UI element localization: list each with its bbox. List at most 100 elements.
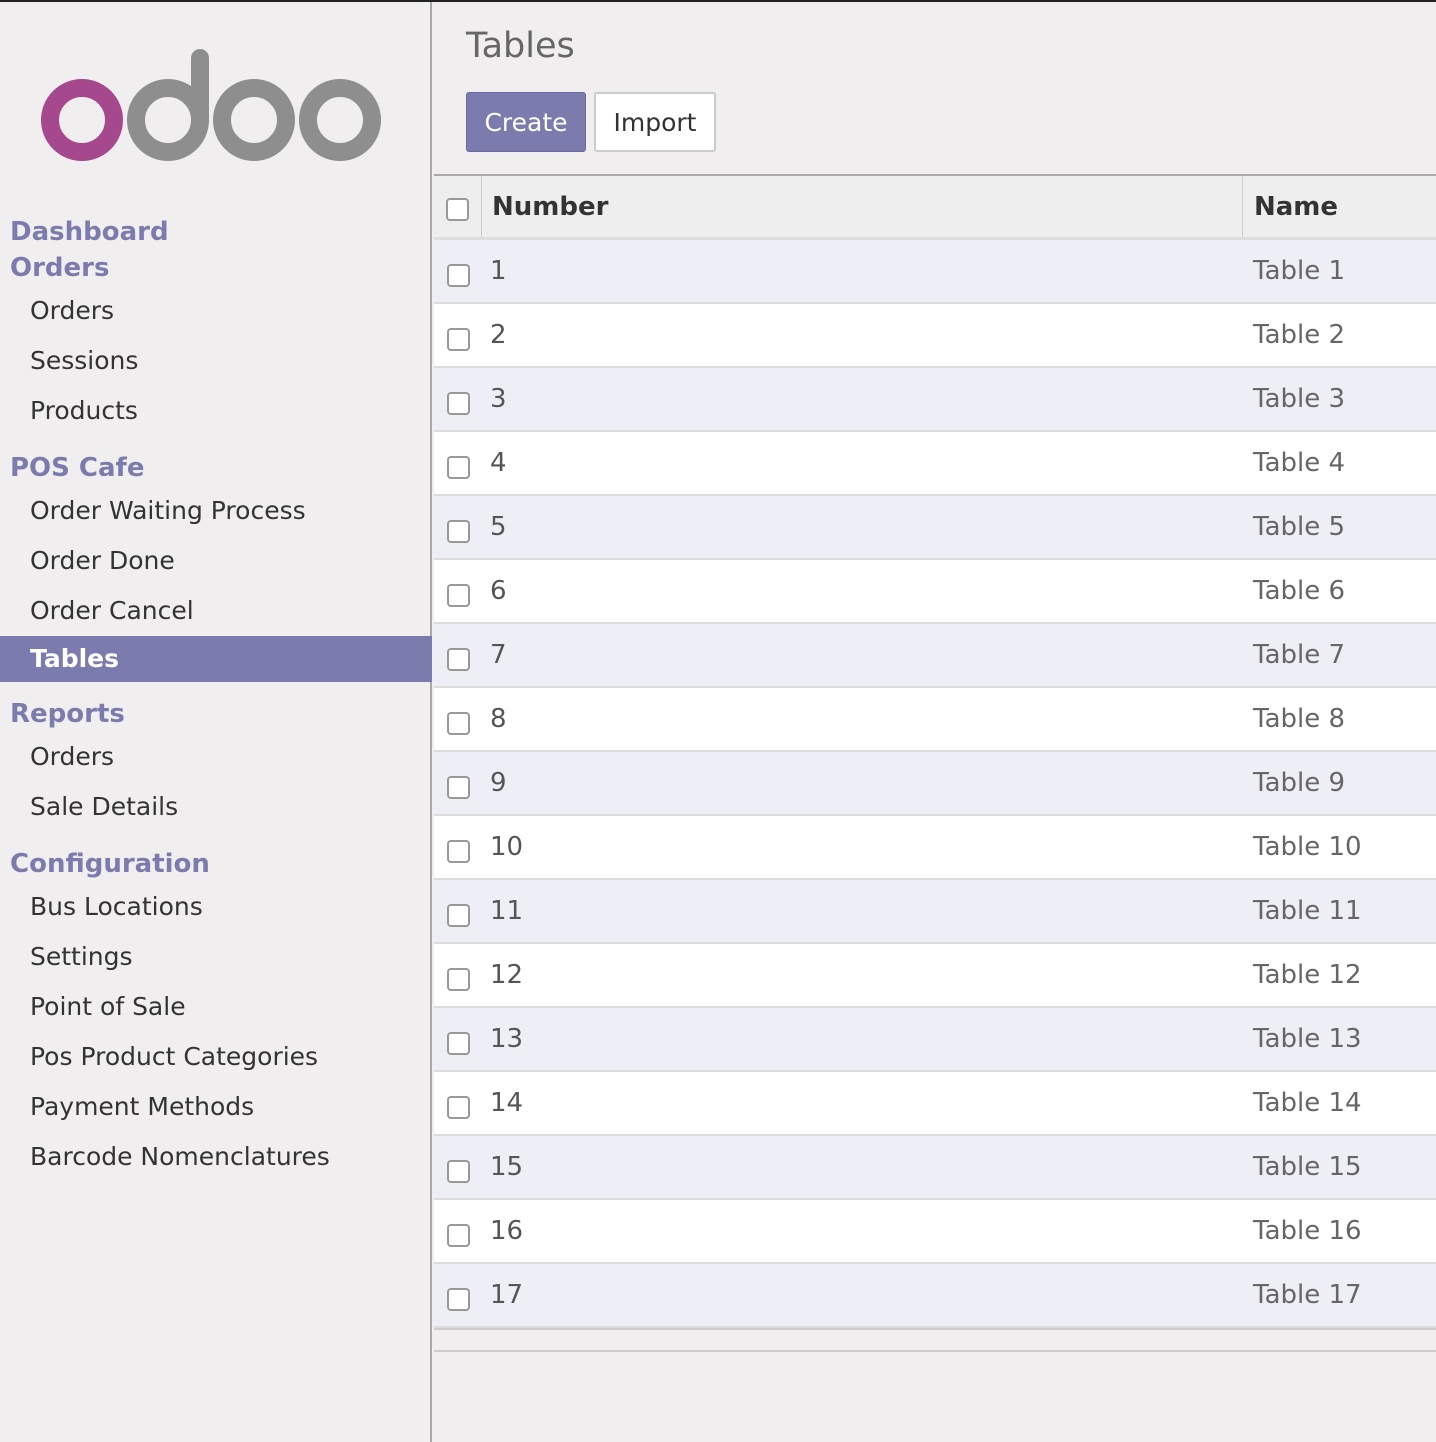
cell-number: 8 [490,704,507,734]
table-row[interactable]: 3 Table 3 [434,368,1436,432]
row-checkbox[interactable] [446,1095,470,1119]
sidebar-section-reports[interactable]: Reports [0,696,432,732]
cell-number: 17 [490,1280,524,1310]
row-checkbox[interactable] [446,1159,470,1183]
cell-name: Table 8 [1253,704,1346,734]
table-row[interactable]: 12 Table 12 [434,944,1436,1008]
row-select-cell [434,944,482,1006]
cell-number: 10 [490,832,524,862]
odoo-logo[interactable] [40,40,385,165]
row-checkbox[interactable] [446,839,470,863]
row-checkbox[interactable] [446,775,470,799]
row-checkbox[interactable] [446,1223,470,1247]
table-row[interactable]: 2 Table 2 [434,304,1436,368]
row-checkbox[interactable] [446,583,470,607]
table-row[interactable]: 13 Table 13 [434,1008,1436,1072]
row-checkbox[interactable] [446,455,470,479]
sidebar-item-order-done[interactable]: Order Done [0,536,432,586]
table-row[interactable]: 7 Table 7 [434,624,1436,688]
row-checkbox[interactable] [446,519,470,543]
cell-name: Table 16 [1253,1216,1362,1246]
cell-name: Table 12 [1253,960,1362,990]
sidebar-item-pos-product-categories[interactable]: Pos Product Categories [0,1032,432,1082]
cell-number: 11 [490,896,524,926]
row-checkbox[interactable] [446,263,470,287]
cell-name: Table 2 [1253,320,1346,350]
cell-name: Table 6 [1253,576,1346,606]
column-header-number[interactable]: Number [482,176,1243,237]
row-checkbox[interactable] [446,327,470,351]
row-checkbox[interactable] [446,647,470,671]
cell-number: 9 [490,768,507,798]
cell-number: 7 [490,640,507,670]
table-row[interactable]: 17 Table 17 [434,1264,1436,1328]
cell-number: 2 [490,320,507,350]
row-select-cell [434,368,482,430]
select-all-checkbox[interactable] [446,198,469,221]
row-checkbox[interactable] [446,967,470,991]
sidebar-item-settings[interactable]: Settings [0,932,432,982]
row-select-cell [434,752,482,814]
sidebar-item-order-cancel[interactable]: Order Cancel [0,586,432,636]
cell-name: Table 17 [1253,1280,1362,1310]
row-checkbox[interactable] [446,391,470,415]
row-checkbox[interactable] [446,1031,470,1055]
sidebar-item-point-of-sale[interactable]: Point of Sale [0,982,432,1032]
table-row[interactable]: 8 Table 8 [434,688,1436,752]
table-row[interactable]: 16 Table 16 [434,1200,1436,1264]
table-row[interactable]: 5 Table 5 [434,496,1436,560]
cell-name: Table 1 [1253,256,1346,286]
sidebar-item-order-waiting-process[interactable]: Order Waiting Process [0,486,432,536]
cell-name: Table 9 [1253,768,1346,798]
sidebar-section-dashboard[interactable]: Dashboard [0,214,432,250]
sidebar-item-sale-details[interactable]: Sale Details [0,782,432,832]
table-row[interactable]: 11 Table 11 [434,880,1436,944]
table-row[interactable]: 4 Table 4 [434,432,1436,496]
table-body: 1 Table 1 2 Table 2 3 Table 3 4 Table 4 5 Table 5… [434,240,1436,1328]
row-checkbox[interactable] [446,711,470,735]
cell-name: Table 3 [1253,384,1346,414]
list-table: Number Name 1 Table 1 2 Table 2 3 Table 3 4 Tab… [434,174,1436,1352]
sidebar-item-orders[interactable]: Orders [0,286,432,336]
column-header-name[interactable]: Name [1243,176,1436,237]
create-button[interactable]: Create [466,92,586,152]
sidebar-section-orders[interactable]: Orders [0,250,432,286]
cell-number: 14 [490,1088,524,1118]
sidebar-section-pos-cafe[interactable]: POS Cafe [0,450,432,486]
row-select-cell [434,240,482,302]
sidebar-menu: Dashboard Orders Orders Sessions Products POS… [0,214,432,1182]
row-select-cell [434,496,482,558]
cell-name: Table 10 [1253,832,1362,862]
sidebar-item-products[interactable]: Products [0,386,432,436]
sidebar-item-orders[interactable]: Orders [0,732,432,782]
row-select-cell [434,1136,482,1198]
cell-name: Table 11 [1253,896,1362,926]
import-button[interactable]: Import [594,92,716,152]
sidebar-item-payment-methods[interactable]: Payment Methods [0,1082,432,1132]
row-checkbox[interactable] [446,903,470,927]
table-row[interactable]: 6 Table 6 [434,560,1436,624]
table-row[interactable]: 9 Table 9 [434,752,1436,816]
sidebar-item-tables[interactable]: Tables [0,636,432,682]
cell-number: 15 [490,1152,524,1182]
table-header: Number Name [434,174,1436,240]
table-row[interactable]: 10 Table 10 [434,816,1436,880]
sidebar-item-barcode-nomenclatures[interactable]: Barcode Nomenclatures [0,1132,432,1182]
cell-number: 5 [490,512,507,542]
table-row[interactable]: 14 Table 14 [434,1072,1436,1136]
table-footer [434,1328,1436,1352]
row-select-cell [434,304,482,366]
page-title: Tables [466,26,575,66]
table-row[interactable]: 1 Table 1 [434,240,1436,304]
sidebar-section-configuration[interactable]: Configuration [0,846,432,882]
row-checkbox[interactable] [446,1287,470,1311]
cell-number: 16 [490,1216,524,1246]
row-select-cell [434,432,482,494]
table-row[interactable]: 15 Table 15 [434,1136,1436,1200]
sidebar-item-sessions[interactable]: Sessions [0,336,432,386]
row-select-cell [434,1264,482,1326]
sidebar-item-bus-locations[interactable]: Bus Locations [0,882,432,932]
cell-number: 1 [490,256,507,286]
